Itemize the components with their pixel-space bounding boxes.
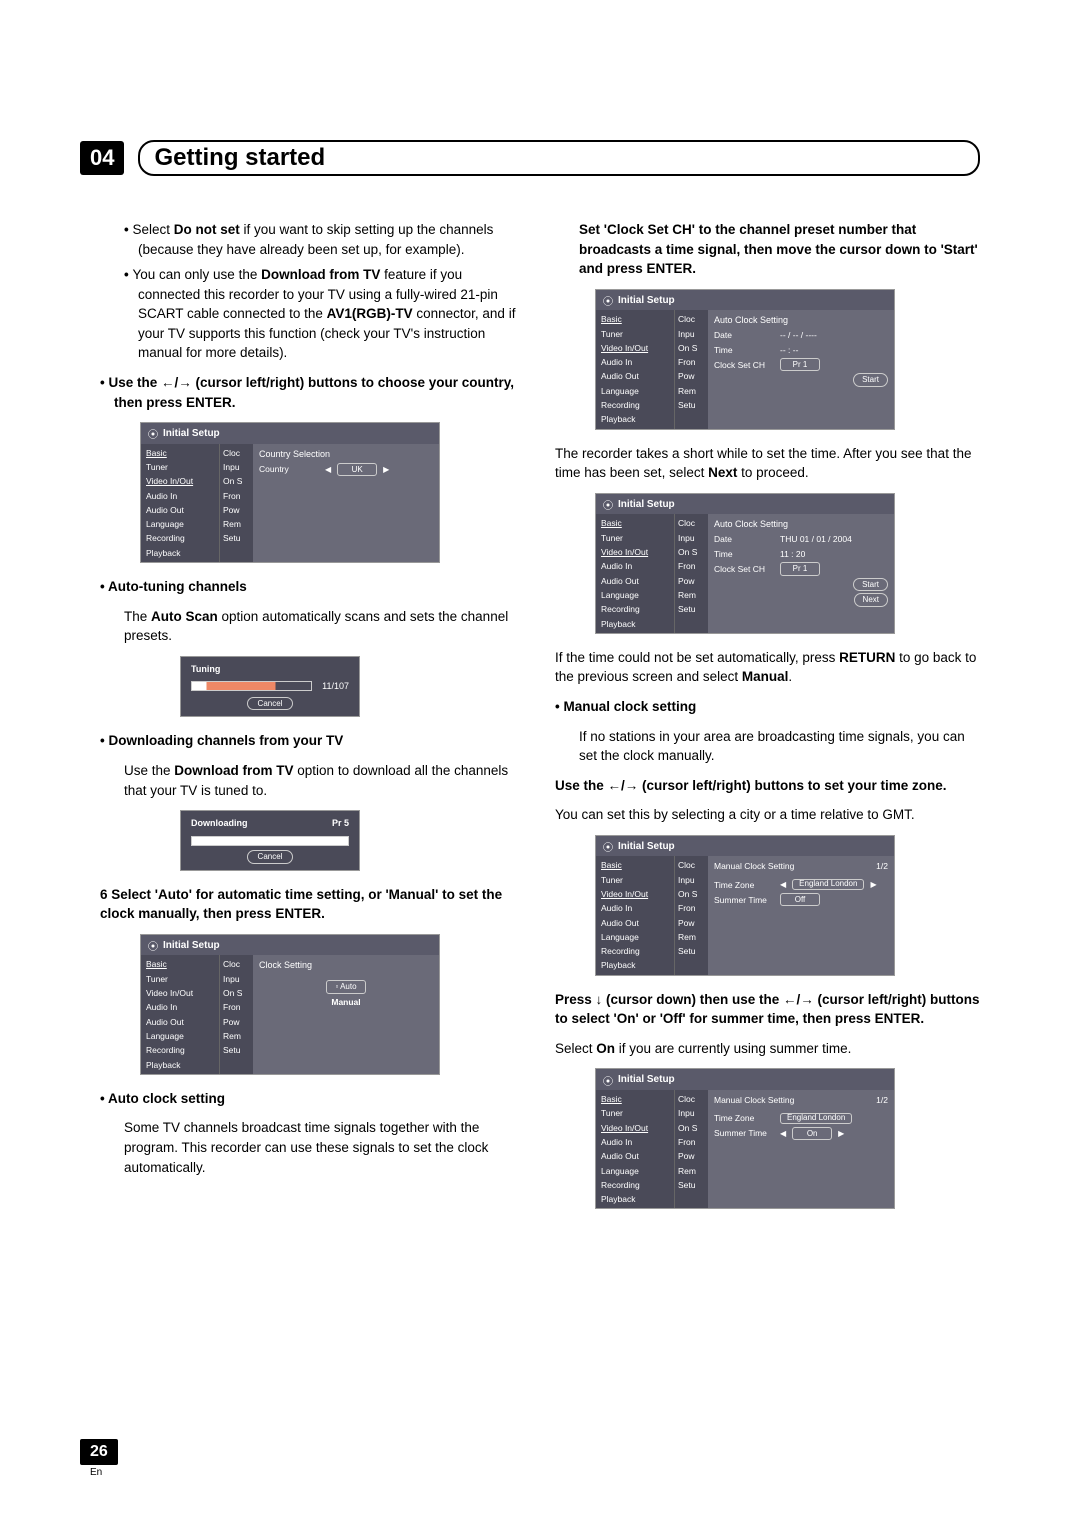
page-footer: 26 En (80, 1439, 118, 1478)
chapter-title-wrap: Getting started (138, 140, 980, 176)
settings-icon (147, 940, 159, 952)
next-button[interactable]: Next (854, 593, 888, 607)
page: 04 Getting started Select Do not set if … (0, 0, 1080, 1528)
chapter-number: 04 (80, 141, 124, 175)
text-manual-clock: If no stations in your area are broadcas… (555, 727, 980, 766)
page-number: 26 (80, 1439, 118, 1465)
bullet-do-not-set: Select Do not set if you want to skip se… (124, 220, 525, 259)
cancel-button[interactable]: Cancel (247, 850, 294, 864)
start-button[interactable]: Start (853, 373, 888, 387)
chapter-title: Getting started (154, 144, 964, 172)
step-choose-country: Use the ←/→ (cursor left/right) buttons … (100, 373, 525, 412)
bullet-download-tv: You can only use the Download from TV fe… (124, 265, 525, 363)
step-summer-time: Press ↓ (cursor down) then use the ←/→ (… (555, 990, 980, 1029)
text-summer-on: Select On if you are currently using sum… (555, 1039, 980, 1059)
tuning-count: 11/107 (322, 680, 349, 693)
osd-menu: BasicTunerVideo In/OutAudio InAudio OutL… (141, 444, 219, 563)
heading-auto-clock: Auto clock setting (100, 1089, 525, 1109)
settings-icon (602, 499, 614, 511)
text-auto-scan: The Auto Scan option automatically scans… (100, 607, 525, 646)
heading-auto-tuning: Auto-tuning channels (100, 577, 525, 597)
start-button[interactable]: Start (853, 578, 888, 592)
settings-icon (602, 841, 614, 853)
settings-icon (147, 428, 159, 440)
settings-icon (602, 295, 614, 307)
heading-manual-clock: Manual clock setting (555, 697, 980, 717)
osd-submenu: ClocInpuOn SFronPowRemSetu (219, 444, 253, 563)
osd-auto-clock-set: Initial Setup BasicTunerVideo In/OutAudi… (595, 493, 895, 634)
text-return-manual: If the time could not be set automatical… (555, 648, 980, 687)
osd-manual-clock-off: Initial Setup BasicTunerVideo In/OutAudi… (595, 835, 895, 976)
osd-manual-clock-on: Initial Setup BasicTunerVideo In/OutAudi… (595, 1068, 895, 1209)
text-download: Use the Download from TV option to downl… (100, 761, 525, 800)
step-clock-set-ch: Set 'Clock Set CH' to the channel preset… (555, 220, 980, 279)
osd-country-selection: Initial Setup BasicTunerVideo In/OutAudi… (140, 422, 440, 563)
cancel-button[interactable]: Cancel (247, 697, 294, 711)
right-column: Set 'Clock Set CH' to the channel preset… (555, 220, 980, 1223)
step-6: 6 Select 'Auto' for automatic time setti… (100, 885, 525, 924)
heading-download: Downloading channels from your TV (100, 731, 525, 751)
step-timezone: Use the ←/→ (cursor left/right) buttons … (555, 776, 980, 796)
chapter-header: 04 Getting started (80, 140, 980, 176)
osd-clock-setting: Initial Setup BasicTunerVideo In/OutAudi… (140, 934, 440, 1075)
text-recorder-wait: The recorder takes a short while to set … (555, 444, 980, 483)
left-column: Select Do not set if you want to skip se… (100, 220, 525, 1223)
osd-auto-clock-empty: Initial Setup BasicTunerVideo In/OutAudi… (595, 289, 895, 430)
settings-icon (602, 1075, 614, 1087)
page-language: En (80, 1467, 118, 1478)
osd-tuning: Tuning 11/107 Cancel (180, 656, 360, 718)
text-auto-clock: Some TV channels broadcast time signals … (100, 1118, 525, 1177)
osd-downloading: DownloadingPr 5 Cancel (180, 810, 360, 871)
text-timezone: You can set this by selecting a city or … (555, 805, 980, 825)
